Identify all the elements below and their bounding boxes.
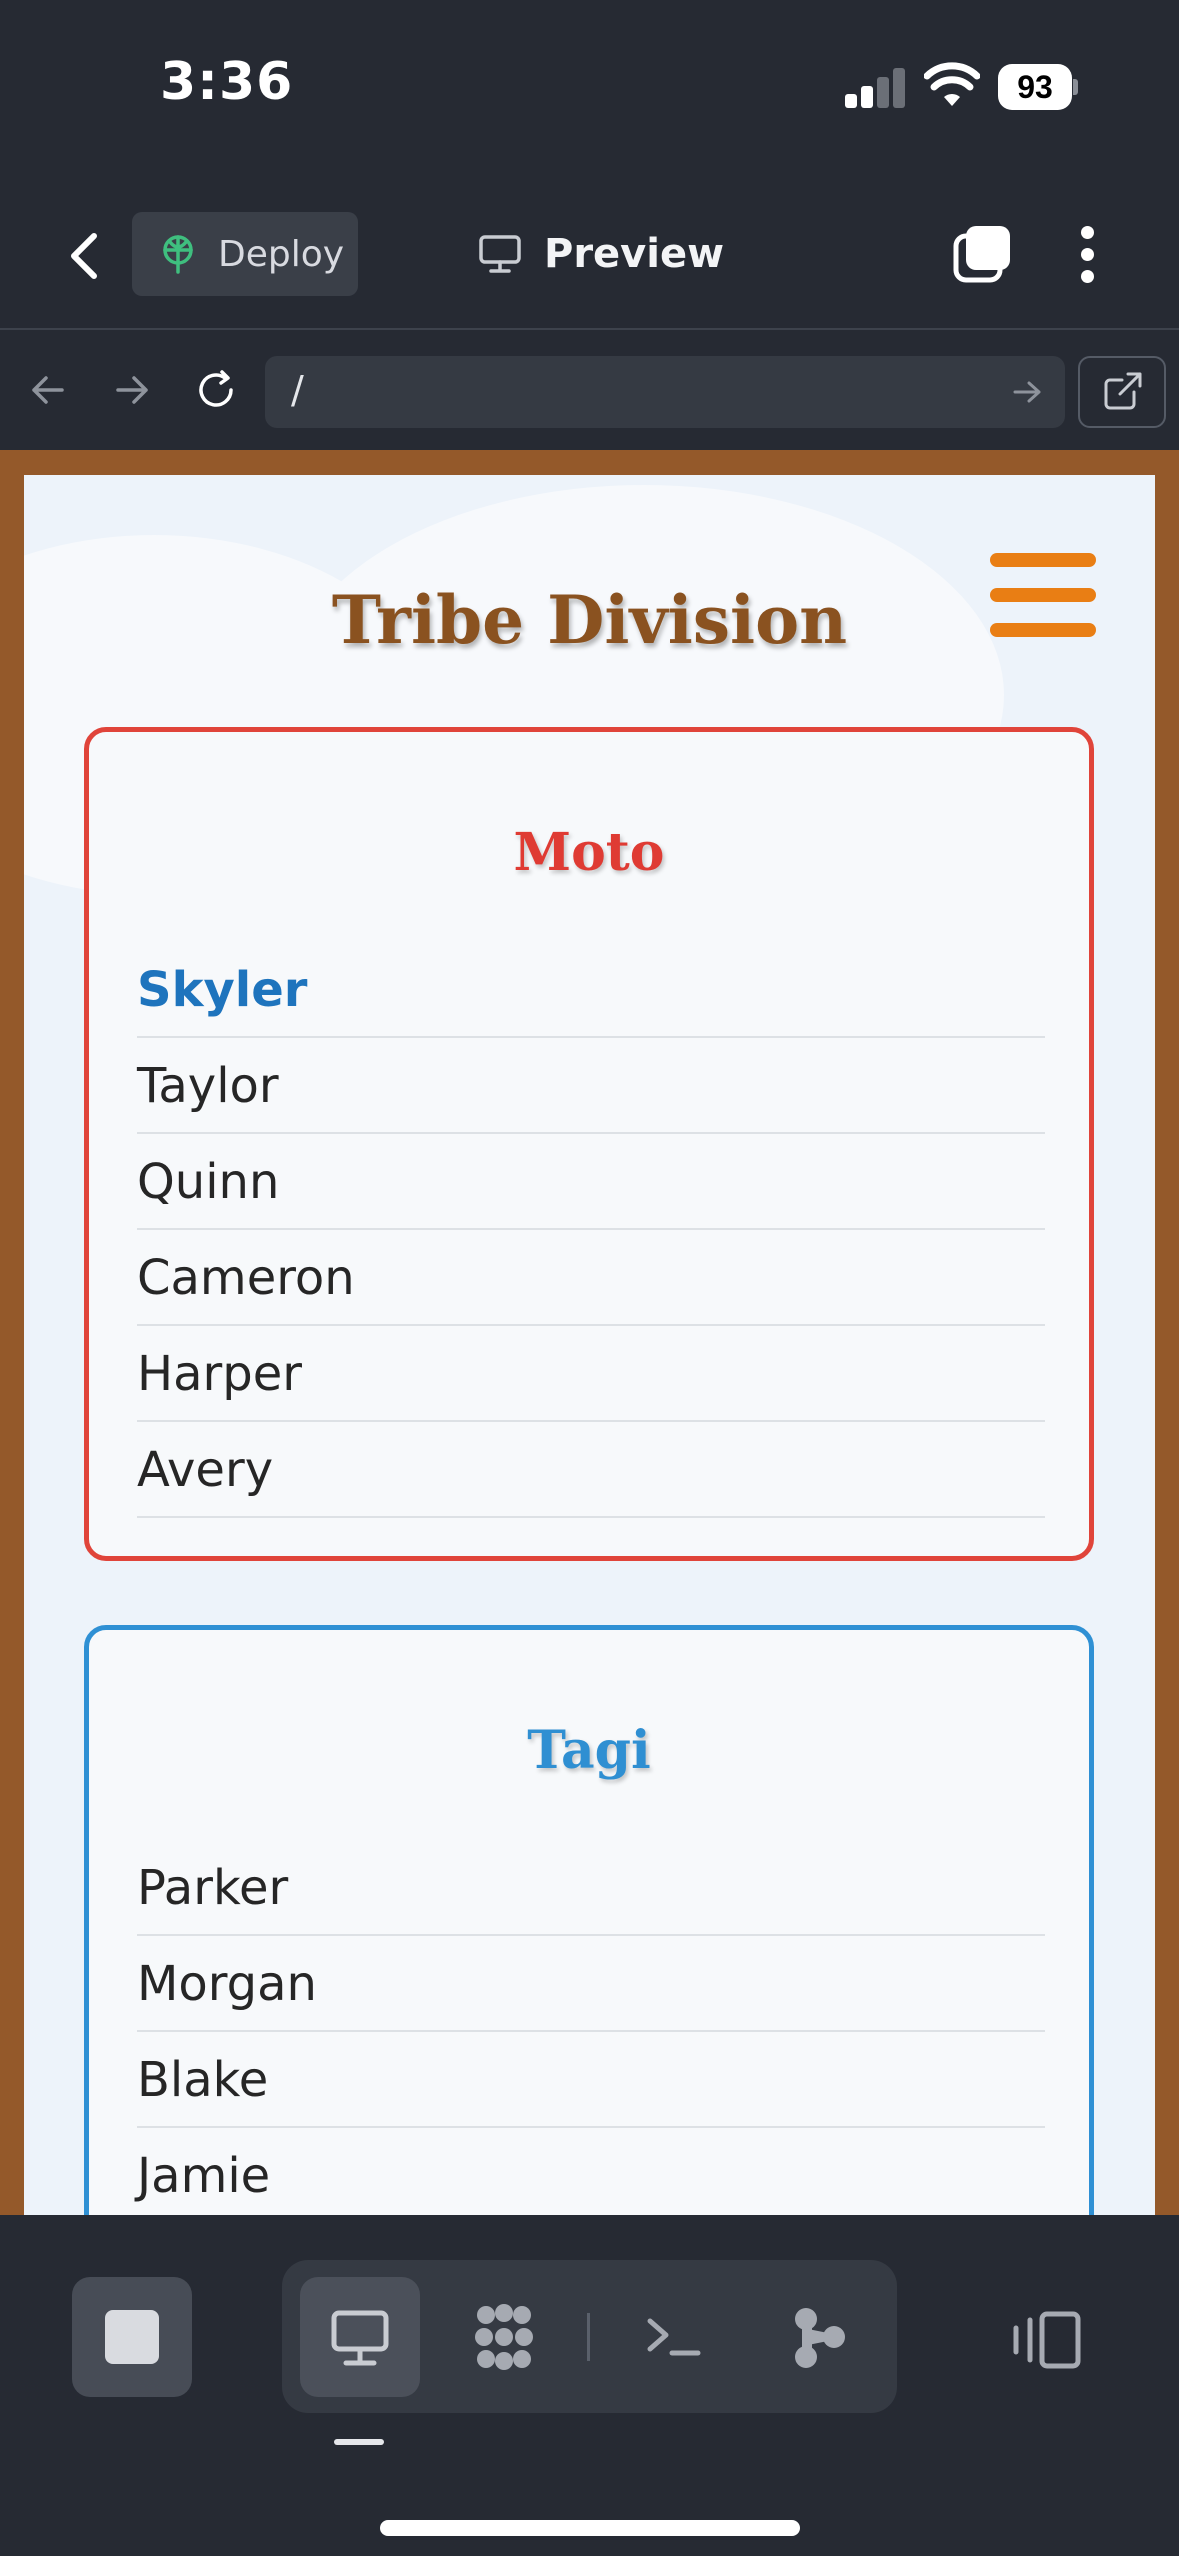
more-vertical-icon[interactable] [1068,222,1108,286]
deploy-label: Deploy [218,233,345,275]
grid-icon [475,2304,533,2370]
member-list: Parker Morgan Blake Jamie [137,1840,1045,2215]
url-input[interactable]: / [265,356,1065,428]
reload-icon[interactable] [194,368,238,412]
external-link-icon [1104,372,1142,410]
page-title: Tribe Division [331,581,848,659]
monitor-icon [479,235,521,273]
member-item[interactable]: Parker [137,1840,1045,1936]
browser-bar: / [0,332,1179,450]
member-item[interactable]: Taylor [137,1038,1045,1134]
bottom-toolbar [0,2215,1179,2556]
web-page: Tribe Division Moto Skyler Taylor Quinn … [24,475,1155,2215]
tribe-name: Tagi [527,1720,651,1781]
tool-separator [587,2313,590,2361]
member-item[interactable]: Quinn [137,1134,1045,1230]
stop-icon [105,2310,159,2364]
home-indicator[interactable] [380,2520,800,2536]
tool-git[interactable] [758,2277,878,2397]
arrow-right-icon[interactable] [110,368,154,412]
deploy-icon [163,235,193,274]
member-item[interactable]: Cameron [137,1230,1045,1326]
go-arrow-icon[interactable] [1011,378,1043,406]
terminal-icon [647,2318,701,2356]
battery-icon: 93 [998,64,1078,110]
deploy-button[interactable]: Deploy [132,212,358,296]
url-text: / [291,368,304,412]
stop-button[interactable] [72,2277,192,2397]
web-viewport: Tribe Division Moto Skyler Taylor Quinn … [0,450,1179,2215]
status-time: 3:36 [160,52,294,112]
active-tool-indicator [334,2439,384,2445]
signal-icon [845,68,907,108]
monitor-icon [331,2310,389,2366]
preview-label: Preview [544,231,725,277]
tool-group [282,2260,897,2413]
git-branch-icon [795,2308,845,2368]
tabs-icon[interactable] [952,224,1012,284]
preview-tab[interactable]: Preview [478,212,724,296]
tool-workspace[interactable] [444,2277,564,2397]
tool-preview[interactable] [300,2277,420,2397]
member-item[interactable]: Avery [137,1422,1045,1518]
panel-toggle-icon[interactable] [1008,2310,1084,2370]
member-list: Skyler Taylor Quinn Cameron Harper Avery [137,942,1045,1518]
tribe-card-moto: Moto Skyler Taylor Quinn Cameron Harper … [84,727,1094,1561]
arrow-left-icon[interactable] [26,368,70,412]
member-item[interactable]: Jamie [137,2128,1045,2215]
tribe-card-tagi: Tagi Parker Morgan Blake Jamie [84,1625,1094,2215]
tribe-name: Moto [513,822,665,883]
member-item[interactable]: Skyler [137,942,1045,1038]
chevron-left-icon[interactable] [60,226,110,286]
open-external-button[interactable] [1078,356,1166,428]
tool-shell[interactable] [614,2277,734,2397]
status-bar: 3:36 93 [0,0,1179,175]
wifi-icon [924,62,980,106]
member-item[interactable]: Morgan [137,1936,1045,2032]
member-item[interactable]: Harper [137,1326,1045,1422]
member-item[interactable]: Blake [137,2032,1045,2128]
battery-level: 93 [998,64,1072,110]
app-toolbar: Deploy Preview [0,200,1179,330]
